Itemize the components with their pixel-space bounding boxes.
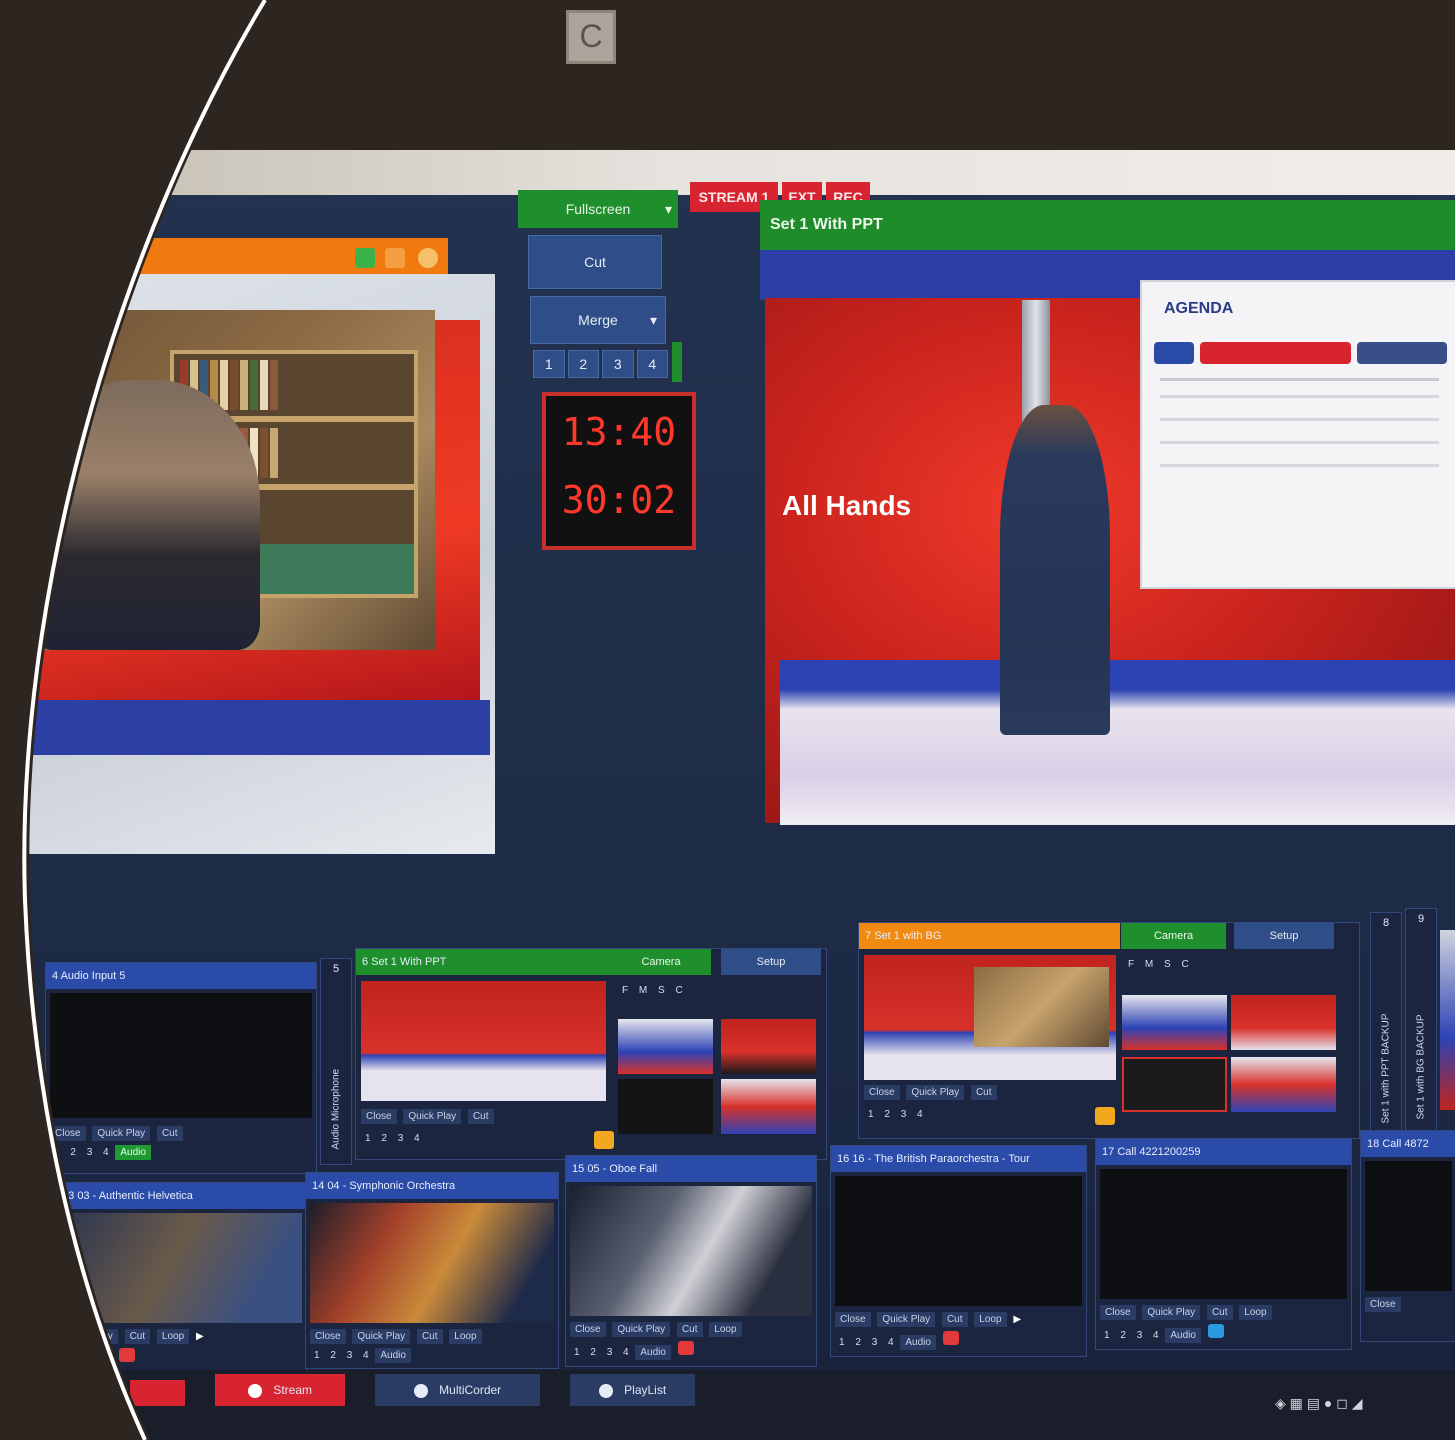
- photo-frame-overlay: [0, 0, 270, 1440]
